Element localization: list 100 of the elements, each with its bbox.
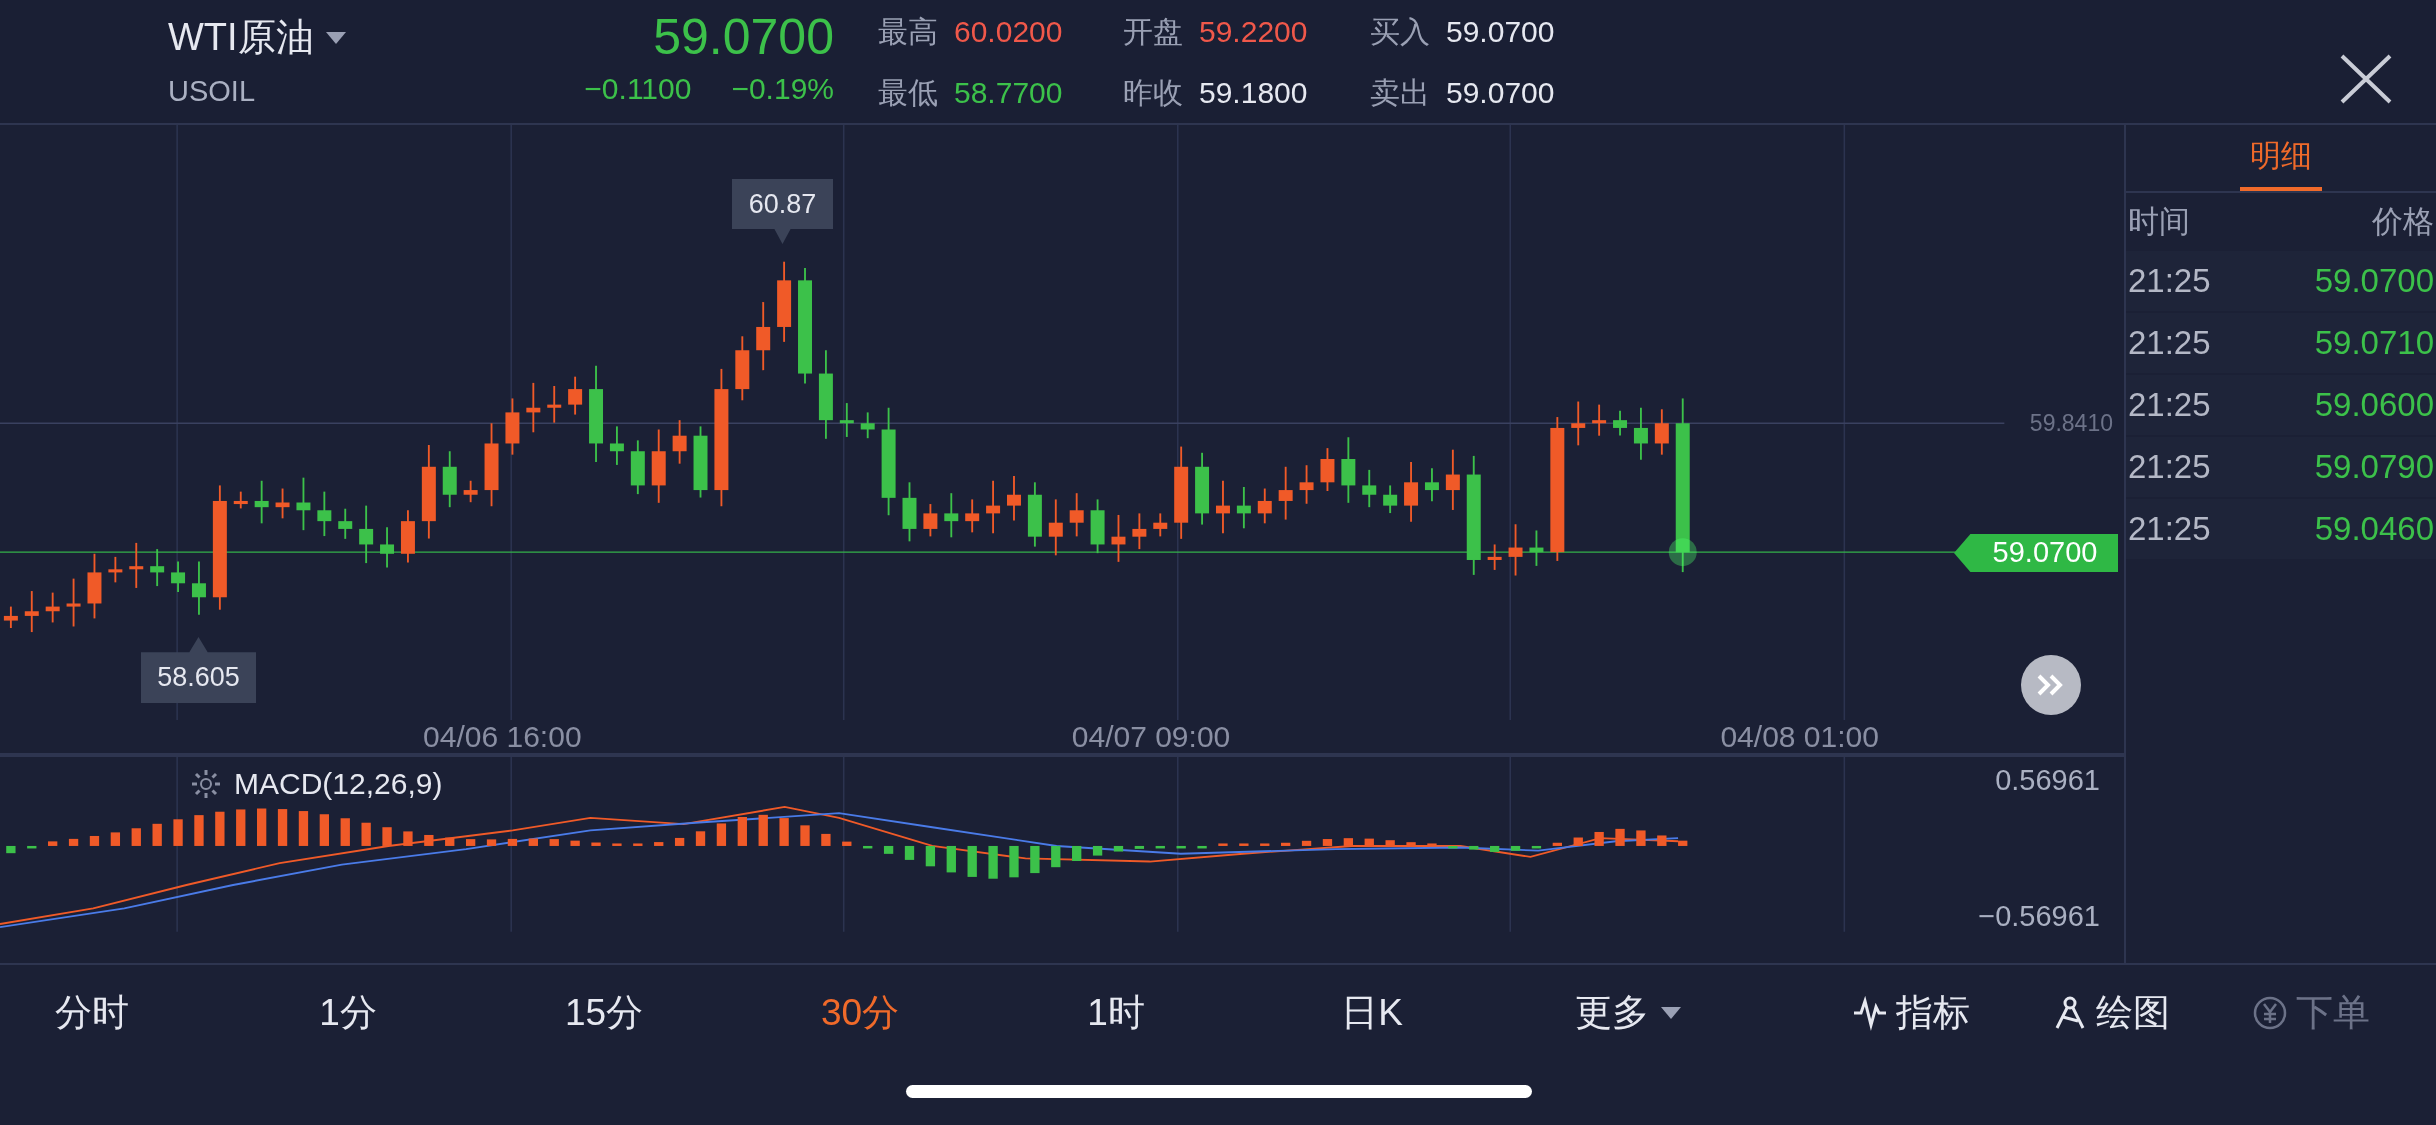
candlestick (3, 605, 18, 629)
candlestick (171, 560, 186, 593)
histogram-bar (382, 827, 392, 846)
candlestick (1216, 479, 1230, 535)
glow-dot (1668, 538, 1697, 567)
period-tab[interactable]: 日K (1341, 985, 1403, 1041)
caret-icon[interactable] (325, 31, 346, 44)
trade-time: 21:25 (2128, 323, 2211, 364)
reference-price-label: 59.8410 (2029, 409, 2113, 438)
candlestick (568, 375, 583, 416)
histogram-bar (800, 825, 810, 846)
histogram-bar (779, 818, 789, 846)
candlestick (380, 526, 395, 569)
close-icon[interactable] (2340, 54, 2392, 104)
candlestick (296, 476, 311, 532)
candlestick (1487, 543, 1502, 571)
histogram-bar (1678, 840, 1688, 846)
period-tab[interactable]: 30分 (820, 985, 900, 1041)
histogram-bar (6, 845, 16, 854)
candlestick (839, 402, 854, 438)
candlestick (609, 425, 624, 466)
histogram-bar (591, 842, 601, 846)
period-tab[interactable]: 1分 (319, 985, 377, 1041)
low-price-callout: 58.605 (141, 637, 256, 703)
axis-label: −0.56961 (1978, 899, 2100, 934)
high-price-callout: 60.87 (732, 179, 833, 244)
histogram-bar (465, 839, 476, 846)
histogram-bar (549, 839, 559, 846)
period-tab[interactable]: 1时 (1087, 985, 1145, 1041)
histogram-bar (1051, 845, 1061, 868)
candlestick (547, 385, 562, 424)
histogram-bar (1260, 843, 1270, 846)
histogram-bar (1072, 845, 1082, 861)
stat-value: 59.0700 (1446, 74, 1555, 111)
candlestick (191, 560, 206, 616)
period-tab[interactable]: 分时 (55, 985, 129, 1041)
candlestick (1445, 448, 1460, 511)
column-header: 价格 (2372, 202, 2434, 241)
candlestick (902, 481, 917, 543)
pulse-icon (1852, 995, 1888, 1031)
period-tab[interactable]: 15分 (564, 985, 644, 1041)
candlestick (442, 450, 457, 509)
trade-price: 59.0600 (2314, 385, 2434, 426)
candlestick (1007, 475, 1021, 522)
candlestick (108, 555, 123, 584)
candlestick (129, 541, 144, 589)
histogram-bar (863, 845, 873, 849)
histogram-bar (1594, 831, 1604, 846)
histogram-bar (486, 839, 497, 846)
histogram-bar (1343, 838, 1353, 846)
histogram-bar (507, 838, 518, 846)
stat-value: 59.2200 (1199, 13, 1308, 50)
histogram-bar (257, 808, 267, 846)
candlestick (1278, 465, 1293, 521)
candlestick (986, 479, 1001, 535)
histogram-bar (110, 832, 121, 846)
symbol-code: USOIL (168, 74, 257, 110)
candlestick (1654, 408, 1669, 456)
histogram-bar (48, 841, 58, 846)
histogram-bar (194, 815, 204, 846)
histogram-bar (1406, 842, 1416, 846)
candlestick (317, 490, 332, 537)
tool-button[interactable]: 绘图 (2052, 985, 2170, 1041)
histogram-bar (1490, 845, 1500, 852)
histogram-bar (298, 811, 309, 846)
histogram-bar (1385, 840, 1395, 846)
histogram-bar (445, 837, 455, 846)
histogram-bar (340, 818, 350, 846)
histogram-bar (842, 841, 852, 846)
stat-label: 最高 (878, 13, 938, 50)
symbol-name[interactable]: WTI原油 (168, 9, 314, 67)
histogram-bar (1510, 845, 1521, 851)
candlestick (1613, 409, 1628, 437)
histogram-bar (361, 822, 371, 846)
candlestick (1132, 512, 1147, 551)
histogram-bar (1531, 845, 1542, 849)
candlestick (1257, 487, 1272, 525)
candlestick (1236, 486, 1251, 530)
histogram-bar (904, 845, 915, 860)
tool-button[interactable]: 指标 (1852, 985, 1970, 1041)
histogram-bar (236, 809, 246, 846)
histogram-bar (27, 845, 37, 849)
candlestick (1320, 447, 1335, 492)
histogram-bar (967, 845, 977, 877)
histogram-bar (1448, 845, 1458, 849)
stat-label: 卖出 (1370, 74, 1430, 111)
price-change: −0.1100 (584, 71, 692, 107)
trade-price: 59.0710 (2314, 323, 2434, 364)
gear-icon[interactable] (190, 767, 222, 800)
candlestick (923, 503, 938, 538)
panel-tab[interactable]: 明细 (2240, 125, 2322, 191)
current-price-tag: 59.0700 (1954, 534, 2118, 572)
period-tab[interactable]: 更多 (1575, 985, 1681, 1041)
trade-price: 59.0700 (2314, 261, 2434, 302)
candlestick (630, 439, 645, 496)
caret-icon (1661, 1007, 1681, 1019)
candlestick (1508, 523, 1523, 577)
candlestick (1383, 484, 1398, 514)
trade-time: 21:25 (2128, 385, 2211, 426)
scroll-latest-button[interactable] (2021, 655, 2081, 715)
